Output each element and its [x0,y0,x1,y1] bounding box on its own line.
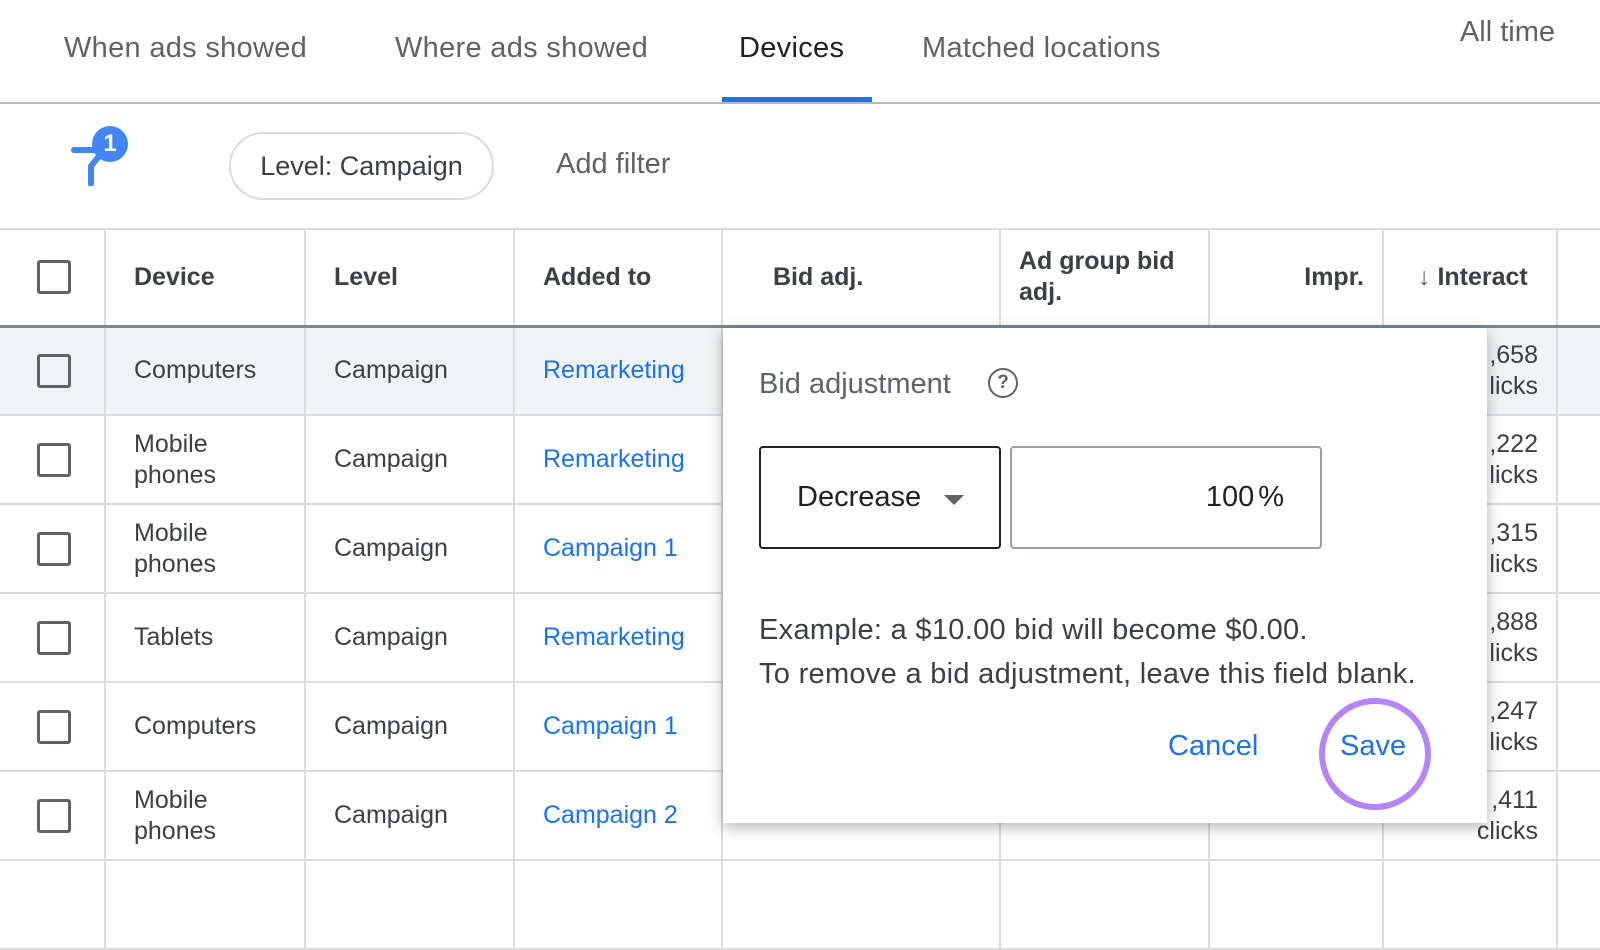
add-filter-button[interactable]: Add filter [556,148,670,181]
cancel-button[interactable]: Cancel [1168,730,1258,763]
filter-count-badge: 1 [92,126,128,162]
level-cell: Campaign [305,682,515,772]
tab-matched-locations[interactable]: Matched locations [922,32,1161,65]
help-text: Example: a $10.00 bid will become $0.00.… [759,608,1416,696]
table-row [0,860,1600,950]
extra-cell [1557,326,1600,416]
added-to-link[interactable]: Remarketing [514,415,723,505]
row-checkbox[interactable] [37,531,71,566]
direction-value: Decrease [797,481,922,513]
device-cell: Computers [105,326,306,416]
level-filter-chip[interactable]: Level: Campaign [229,132,494,200]
filter-bar: 1 Level: Campaign Add filter [0,106,1600,230]
active-tab-indicator [722,97,872,102]
header-row: Device Level Added to Bid adj. Ad group … [0,230,1600,328]
row-checkbox[interactable] [37,353,71,388]
device-cell: Computers [105,682,306,772]
row-checkbox[interactable] [37,798,71,833]
hint-text: To remove a bid adjustment, leave this f… [759,658,1416,690]
level-cell: Campaign [305,593,515,683]
added-to-link[interactable]: Remarketing [514,326,723,416]
col-device[interactable]: Device [105,230,306,328]
level-cell: Campaign [305,504,515,594]
percent-unit: % [1258,481,1284,513]
report-tabs: When ads showed Where ads showed Devices… [0,0,1600,104]
tab-devices[interactable]: Devices [739,32,844,65]
help-icon[interactable]: ? [988,368,1018,398]
level-cell: Campaign [305,771,515,861]
percent-input[interactable]: 100% [1010,446,1322,549]
col-interactions[interactable]: ↓ Interact [1383,230,1558,328]
device-cell: Mobile phones [105,415,306,505]
added-to-link[interactable]: Remarketing [514,593,723,683]
level-cell: Campaign [305,415,515,505]
dropdown-arrow-icon [944,495,964,505]
extra-cell [1557,504,1600,594]
added-to-link[interactable]: Campaign 2 [514,771,723,861]
col-bid-adj[interactable]: Bid adj. [722,230,1001,328]
bid-adjustment-popup: Bid adjustment ? Decrease 100% Example: … [723,328,1487,823]
col-level[interactable]: Level [305,230,515,328]
added-to-link[interactable]: Campaign 1 [514,504,723,594]
percent-value: 100 [1205,481,1255,513]
device-cell: Mobile phones [105,771,306,861]
row-checkbox[interactable] [37,620,71,655]
select-all-checkbox[interactable] [37,260,71,295]
added-to-link[interactable]: Campaign 1 [514,682,723,772]
col-impr[interactable]: Impr. [1209,230,1384,328]
example-text: Example: a $10.00 bid will become $0.00. [759,614,1308,646]
device-cell: Mobile phones [105,504,306,594]
row-checkbox[interactable] [37,442,71,477]
highlight-circle [1319,698,1431,810]
col-added-to[interactable]: Added to [514,230,723,328]
extra-cell [1557,415,1600,505]
level-cell: Campaign [305,326,515,416]
extra-cell [1557,682,1600,772]
row-checkbox[interactable] [37,709,71,744]
arrow-down-icon: ↓ [1418,262,1438,291]
extra-cell [1557,593,1600,683]
direction-select[interactable]: Decrease [759,446,1001,549]
device-cell: Tablets [105,593,306,683]
date-range[interactable]: All time [1460,16,1555,49]
extra-cell [1557,771,1600,861]
tab-when-ads-showed[interactable]: When ads showed [64,32,307,65]
popup-title: Bid adjustment [759,368,951,400]
tab-where-ads-showed[interactable]: Where ads showed [395,32,648,65]
col-extra [1557,230,1600,328]
col-ad-group-bid-adj[interactable]: Ad group bid adj. [1000,230,1210,328]
